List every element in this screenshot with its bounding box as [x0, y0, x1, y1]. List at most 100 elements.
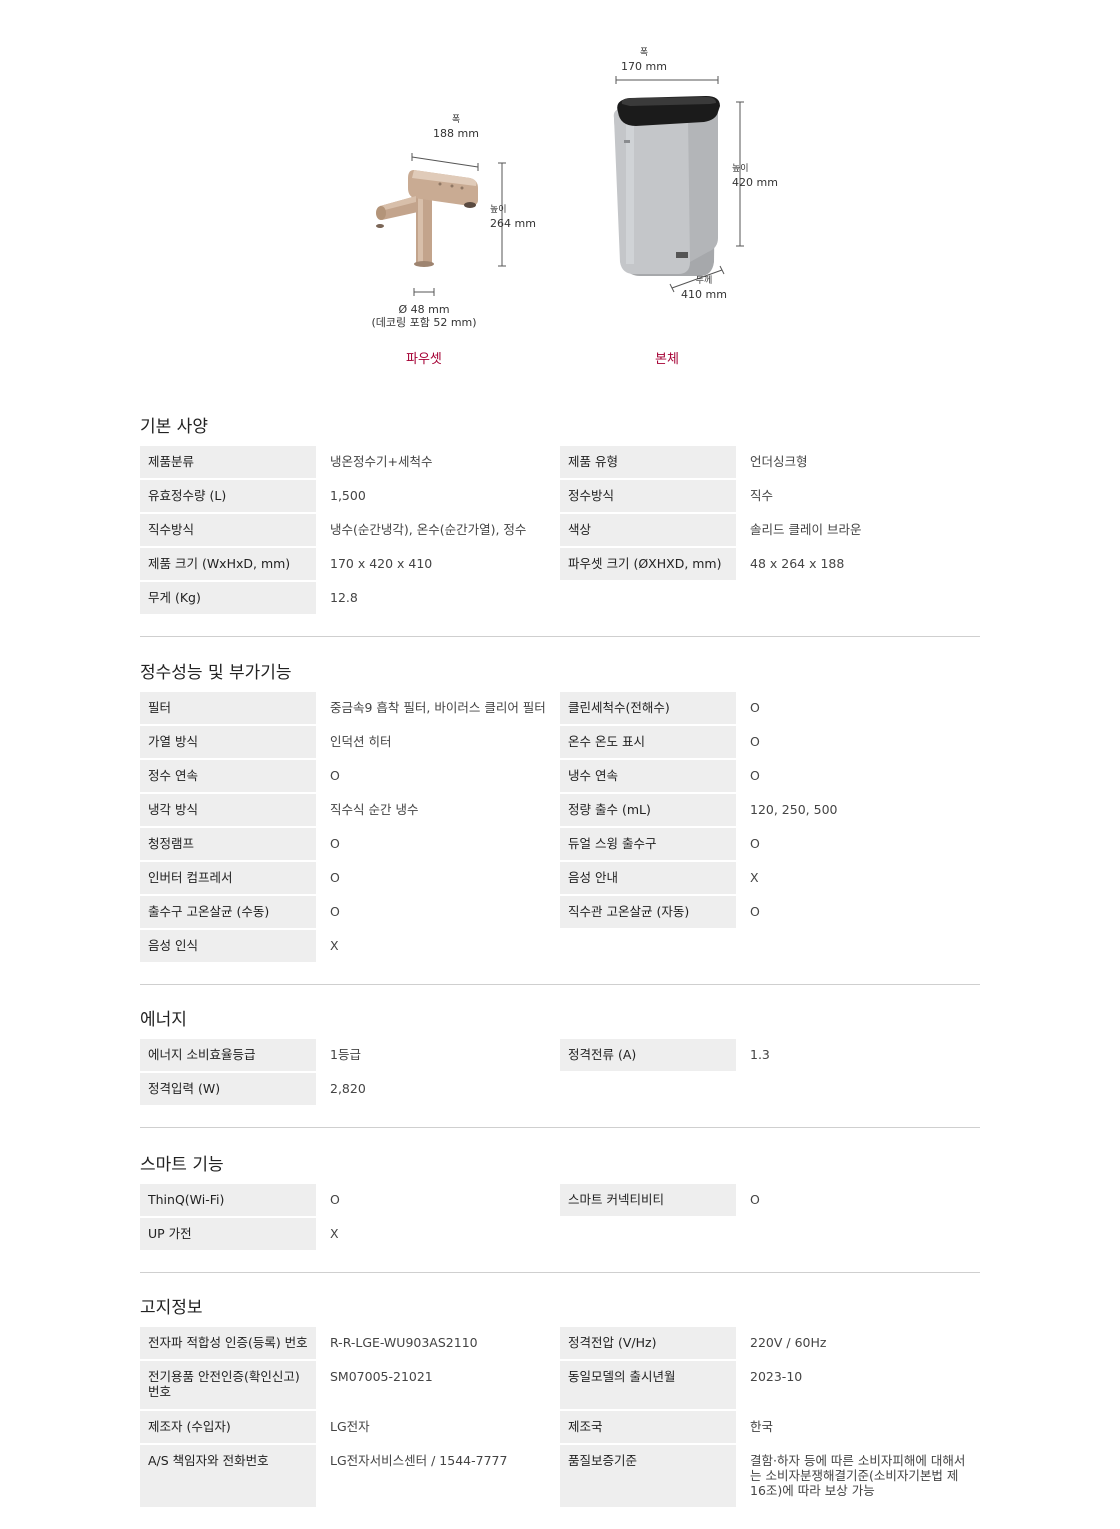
- spec-label: A/S 책임자와 전화번호: [140, 1445, 316, 1507]
- spec-value: X: [330, 938, 339, 953]
- faucet-image: [376, 170, 478, 267]
- spec-value: 170 x 420 x 410: [330, 556, 433, 571]
- spec-label: 직수관 고온살균 (자동): [560, 896, 736, 928]
- section-divider: [140, 1127, 980, 1128]
- spec-value: O: [750, 700, 760, 715]
- body-depth-value: 410 mm: [681, 288, 727, 301]
- spec-label: 제조자 (수입자): [140, 1411, 316, 1443]
- spec-label: 정격전류 (A): [560, 1039, 736, 1071]
- section-title: 고지정보: [140, 1298, 203, 1318]
- spec-label: ThinQ(Wi-Fi): [140, 1184, 316, 1216]
- spec-label: 제품 크기 (WxHxD, mm): [140, 548, 316, 580]
- spec-value: O: [750, 768, 760, 783]
- body-depth-caption: 두께: [695, 276, 713, 286]
- spec-value: LG전자서비스센터 / 1544-7777: [330, 1453, 508, 1468]
- spec-value: 48 x 264 x 188: [750, 556, 845, 571]
- spec-value: 냉온정수기+세척수: [330, 454, 433, 469]
- spec-label: 듀얼 스윙 출수구: [560, 828, 736, 860]
- faucet-diameter-label: Ø 48 mm (데코링 포함 52 mm): [354, 303, 494, 329]
- spec-label: 제품분류: [140, 446, 316, 478]
- body-width-value: 170 mm: [621, 60, 667, 73]
- spec-label: 클린세척수(전해수): [560, 692, 736, 724]
- spec-value: X: [330, 1226, 339, 1241]
- body-width-label: 폭 170 mm: [618, 47, 670, 73]
- spec-value: 12.8: [330, 590, 358, 605]
- spec-value: O: [750, 836, 760, 851]
- spec-value: 중금속9 흡착 필터, 바이러스 클리어 필터: [330, 700, 546, 715]
- spec-value: 언더싱크형: [750, 454, 808, 469]
- spec-value: 직수식 순간 냉수: [330, 802, 419, 817]
- spec-label: 냉각 방식: [140, 794, 316, 826]
- spec-label: 유효정수량 (L): [140, 480, 316, 512]
- section-title: 정수성능 및 부가기능: [140, 663, 292, 683]
- spec-value: O: [330, 870, 340, 885]
- body-depth-label: 두께 410 mm: [678, 275, 730, 301]
- spec-label: 정수방식: [560, 480, 736, 512]
- spec-label: 파우셋 크기 (ØXHXD, mm): [560, 548, 736, 580]
- spec-value: 1,500: [330, 488, 366, 503]
- spec-value: 인덕션 히터: [330, 734, 392, 749]
- spec-value: 2,820: [330, 1081, 366, 1096]
- spec-value: O: [330, 904, 340, 919]
- spec-value: O: [750, 734, 760, 749]
- spec-value: 1.3: [750, 1047, 770, 1062]
- spec-label: 정격입력 (W): [140, 1073, 316, 1105]
- faucet-height-label: 높이 264 mm: [490, 204, 542, 230]
- faucet-height-value: 264 mm: [490, 217, 536, 230]
- faucet-diameter-value: Ø 48 mm: [398, 303, 450, 316]
- spec-value: 냉수(순간냉각), 온수(순간가열), 정수: [330, 522, 527, 537]
- spec-label: 가열 방식: [140, 726, 316, 758]
- section-title: 기본 사양: [140, 417, 208, 437]
- spec-value: X: [750, 870, 759, 885]
- faucet-diameter-note: (데코링 포함 52 mm): [371, 316, 477, 329]
- faucet-width-value: 188 mm: [433, 127, 479, 140]
- spec-label: 정량 출수 (mL): [560, 794, 736, 826]
- product-illustration: [376, 76, 744, 296]
- faucet-caption: 파우셋: [406, 352, 442, 367]
- body-height-label: 높이 420 mm: [732, 163, 784, 189]
- spec-label: 음성 안내: [560, 862, 736, 894]
- spec-label: 직수방식: [140, 514, 316, 546]
- spec-label: 에너지 소비효율등급: [140, 1039, 316, 1071]
- spec-value: O: [330, 768, 340, 783]
- spec-value: LG전자: [330, 1419, 370, 1434]
- body-image: [613, 96, 720, 276]
- spec-label: 온수 온도 표시: [560, 726, 736, 758]
- product-dimension-hero: 폭 188 mm 높이 264 mm Ø 48 mm (데코링 포함 52 mm…: [0, 0, 1120, 400]
- spec-label: 동일모델의 출시년월: [560, 1361, 736, 1409]
- spec-value: 결함·하자 등에 따른 소비자피해에 대해서는 소비자분쟁해결기준(소비자기본법…: [750, 1453, 966, 1498]
- spec-value: 1등급: [330, 1047, 361, 1062]
- spec-label: 품질보증기준: [560, 1445, 736, 1507]
- spec-label: 청정램프: [140, 828, 316, 860]
- body-height-caption: 높이: [732, 164, 749, 174]
- spec-label: 무게 (Kg): [140, 582, 316, 614]
- spec-value: 솔리드 클레이 브라운: [750, 522, 862, 537]
- spec-label: 색상: [560, 514, 736, 546]
- faucet-height-caption: 높이: [490, 205, 507, 215]
- spec-value: 2023-10: [750, 1369, 803, 1384]
- faucet-width-label: 폭 188 mm: [430, 114, 482, 140]
- section-title: 에너지: [140, 1010, 187, 1030]
- spec-label: 전기용품 안전인증(확인신고) 번호: [140, 1361, 316, 1409]
- spec-value: O: [750, 1192, 760, 1207]
- spec-label: 출수구 고온살균 (수동): [140, 896, 316, 928]
- spec-label: 스마트 커넥티비티: [560, 1184, 736, 1216]
- section-divider: [140, 984, 980, 985]
- body-width-caption: 폭: [639, 48, 649, 58]
- faucet-width-caption: 폭: [451, 115, 461, 125]
- spec-value: O: [330, 836, 340, 851]
- spec-value: 한국: [750, 1419, 774, 1434]
- spec-value: 120, 250, 500: [750, 802, 838, 817]
- spec-value: 220V / 60Hz: [750, 1335, 827, 1350]
- spec-label: 제조국: [560, 1411, 736, 1443]
- spec-value: O: [750, 904, 760, 919]
- spec-label: 정격전압 (V/Hz): [560, 1327, 736, 1359]
- section-title: 스마트 기능: [140, 1155, 224, 1175]
- spec-label: 음성 인식: [140, 930, 316, 962]
- spec-label: 필터: [140, 692, 316, 724]
- section-divider: [140, 1272, 980, 1273]
- body-height-value: 420 mm: [732, 176, 778, 189]
- spec-label: 전자파 적합성 인증(등록) 번호: [140, 1327, 316, 1359]
- spec-label: 인버터 컴프레서: [140, 862, 316, 894]
- body-caption: 본체: [655, 352, 679, 367]
